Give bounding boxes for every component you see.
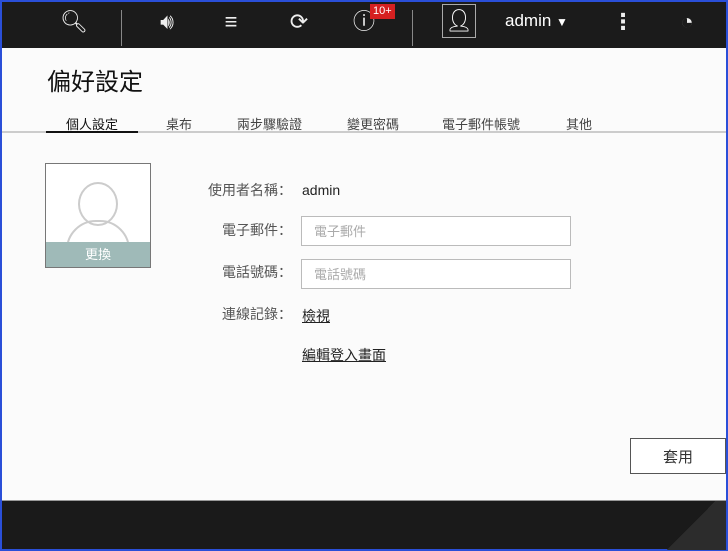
preferences-panel: 偏好設定 個人設定 桌布 兩步驟驗證 變更密碼 電子郵件帳號 其他 更換 使用者… — [2, 48, 726, 500]
tab-wallpaper[interactable]: 桌布 — [166, 114, 192, 133]
view-log-link[interactable]: 檢視 — [302, 306, 330, 326]
tab-personal[interactable]: 個人設定 — [46, 114, 139, 133]
email-label: 電子郵件： — [222, 222, 292, 238]
search-icon[interactable]: 🔍︎ — [57, 8, 91, 36]
footer-bar — [2, 500, 726, 550]
change-photo-button[interactable]: 更換 — [46, 242, 150, 267]
apply-button[interactable]: 套用 — [630, 438, 726, 474]
phone-label: 電話號碼： — [222, 264, 292, 280]
sync-icon[interactable]: ⟳ — [282, 8, 316, 36]
tab-change-password[interactable]: 變更密碼 — [347, 114, 399, 133]
divider — [121, 10, 122, 46]
resize-corner — [656, 501, 726, 550]
edit-login-screen-link[interactable]: 編輯登入畫面 — [302, 345, 386, 365]
divider — [412, 10, 413, 46]
page-title: 偏好設定 — [47, 68, 143, 96]
user-icon[interactable]: 👤︎ — [442, 4, 476, 38]
top-bar: 🔍︎ 🔊︎ ≡ ⟳ ⓘ 10+ 👤︎ admin ▼ ⋮ ◔ — [2, 2, 726, 48]
username-value: admin — [302, 182, 341, 198]
username: admin — [505, 11, 552, 30]
user-menu[interactable]: admin ▼ — [505, 11, 568, 31]
tab-2step-verification[interactable]: 兩步驟驗證 — [237, 114, 302, 133]
volume-icon[interactable]: 🔊︎ — [150, 8, 184, 36]
profile-photo[interactable]: 更換 — [45, 163, 151, 268]
username-label: 使用者名稱： — [208, 182, 292, 198]
phone-input[interactable] — [301, 259, 571, 289]
tab-email-account[interactable]: 電子郵件帳號 — [442, 114, 520, 133]
more-icon[interactable]: ⋮ — [606, 8, 640, 36]
tab-other[interactable]: 其他 — [566, 114, 592, 133]
connection-log-label: 連線記錄： — [222, 306, 292, 322]
email-input[interactable] — [301, 216, 571, 246]
stack-icon[interactable]: ≡ — [214, 8, 248, 36]
chevron-down-icon: ▼ — [556, 15, 568, 29]
dashboard-icon[interactable]: ◔ — [670, 8, 704, 36]
tab-bar: 個人設定 桌布 兩步驟驗證 變更密碼 電子郵件帳號 其他 — [2, 114, 726, 133]
notification-badge: 10+ — [370, 4, 395, 19]
